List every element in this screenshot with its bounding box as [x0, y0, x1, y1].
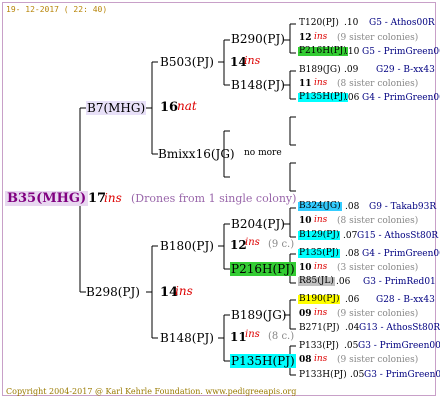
g2-mid-sis: (8 sister colonies): [337, 79, 419, 89]
g6-top: P133(PJ): [299, 341, 339, 351]
dam-label: B298(PJ): [86, 285, 140, 299]
g1-top-sfx: .10: [344, 18, 359, 28]
node-bmixx16: Bmixx16(JG): [158, 147, 235, 161]
g6-bot: P133H(PJ): [299, 370, 347, 380]
g4-bot: R85(JL): [298, 276, 335, 286]
g2-top-sfx: .09: [344, 65, 359, 75]
node-b189: B189(JG): [231, 308, 287, 322]
g3-bot-gen: G15 - AthosSt80R: [357, 231, 439, 241]
g5-bot: B271(PJ): [299, 323, 340, 333]
root-gen-word: ins: [104, 191, 122, 205]
root-bee-label: B35(MHG): [5, 191, 89, 206]
node-b180: B180(PJ): [160, 239, 214, 253]
g3-top: B324(JG): [298, 201, 342, 211]
g1-bot: P216H(PJ): [298, 46, 348, 56]
g4-top-sfx: .08: [345, 249, 360, 259]
node-b204: B204(PJ): [231, 217, 285, 231]
g5-top: B190(PJ): [298, 294, 341, 304]
g6-mid-word: ins: [314, 354, 328, 364]
sire-gen-number: 16: [160, 100, 179, 115]
g2-bot-sfx: .06: [345, 93, 360, 103]
g4-mid-word: ins: [314, 262, 328, 272]
g4-mid-sis: (3 sister colonies): [337, 263, 419, 273]
g1-top-gen: G5 - Athos00R: [369, 18, 435, 28]
g6-mid-sis: (9 sister colonies): [337, 355, 419, 365]
g6-mid-num: 08: [299, 355, 312, 365]
g1-mid-num: 12: [299, 33, 312, 43]
g6-top-gen: G3 - PrimGreen00: [358, 341, 440, 351]
g5-mid-word: ins: [314, 308, 328, 318]
g5-bot-sfx: .04: [345, 323, 360, 333]
g3-bot-sfx: .07: [343, 231, 358, 241]
g4-mid-num: 10: [299, 263, 312, 273]
g2-mid-word: ins: [314, 78, 328, 88]
node-b148b: B148(PJ): [160, 331, 214, 345]
g2-mid-num: 11: [299, 79, 312, 89]
node-b290: B290(PJ): [231, 32, 285, 46]
g3-top-sfx: .08: [345, 202, 360, 212]
g2-top-gen: G29 - B-xx43: [376, 65, 435, 75]
sire-gen-word: nat: [177, 99, 197, 113]
g5-mid-num: 09: [299, 309, 312, 319]
g1-bot-gen: G5 - PrimGreen00: [362, 47, 440, 57]
g5-bot-gen: G13 - AthosSt80R: [359, 323, 440, 333]
g1-bot-sfx: .10: [345, 47, 360, 57]
g5-mid-sis: (9 sister colonies): [337, 309, 419, 319]
g1-mid-sis: (9 sister colonies): [337, 33, 419, 43]
g3-top-gen: G9 - Takab93R: [369, 202, 437, 212]
b180-gen-word: ins: [245, 237, 260, 248]
g3-mid-num: 10: [299, 216, 312, 226]
g5-top-gen: G28 - B-xx43: [376, 295, 435, 305]
g6-bot-sfx: .05: [350, 370, 365, 380]
g6-bot-gen: G3 - PrimGreen00: [364, 370, 440, 380]
footer-copyright: Copyright 2004-2017 @ Karl Kehrle Founda…: [6, 387, 297, 396]
g1-top: T120(PJ): [299, 18, 339, 28]
g2-top: B189(JG): [299, 65, 341, 75]
header-date: 19- 12-2017 ( 22: 40): [6, 5, 108, 14]
bmixx16-note: no more: [244, 148, 282, 158]
g1-mid-word: ins: [314, 32, 328, 42]
sire-label: B7(MHG): [86, 101, 147, 115]
g4-bot-gen: G3 - PrimRed01: [363, 277, 436, 287]
b148b-gen-word: ins: [245, 329, 260, 340]
b503-gen-word: ins: [244, 54, 261, 67]
node-b148a: B148(PJ): [231, 78, 285, 92]
root-drones-note: (Drones from 1 single colony): [131, 192, 297, 205]
dam-gen-word: ins: [175, 284, 193, 298]
g4-top-gen: G4 - PrimGreen00: [362, 249, 440, 259]
g4-bot-sfx: .06: [336, 277, 351, 287]
g4-top: P135(PJ): [298, 248, 340, 258]
node-p216h: P216H(PJ): [230, 262, 296, 276]
g3-mid-sis: (8 sister colonies): [337, 216, 419, 226]
b148b-sisters: (8 c.): [268, 331, 295, 342]
g6-top-sfx: .05: [344, 341, 359, 351]
g3-mid-word: ins: [314, 215, 328, 225]
g3-bot: B129(PJ): [298, 230, 341, 240]
b180-sisters: (9 c.): [268, 239, 295, 250]
g2-bot: P135H(PJ): [298, 92, 348, 102]
node-p135h: P135H(PJ): [230, 354, 296, 368]
g5-top-sfx: .06: [345, 295, 360, 305]
g2-bot-gen: G4 - PrimGreen00: [362, 93, 440, 103]
node-b503: B503(PJ): [160, 55, 214, 69]
